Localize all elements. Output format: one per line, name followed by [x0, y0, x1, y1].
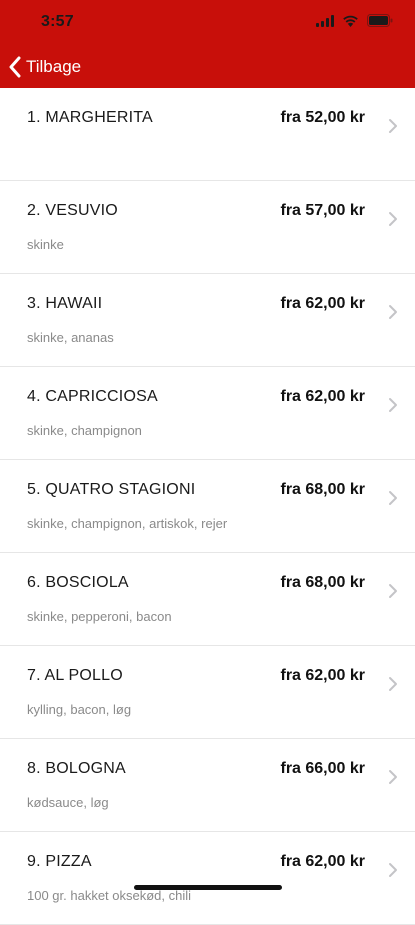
menu-item-description: skinke	[27, 237, 64, 252]
menu-item[interactable]: 5. QUATRO STAGIONI skinke, champignon, a…	[0, 460, 415, 553]
menu-item[interactable]: 1. MARGHERITA fra 52,00 kr	[0, 88, 415, 181]
chevron-right-icon	[389, 398, 397, 412]
menu-item-price: fra 52,00 kr	[280, 109, 365, 126]
signal-icon	[316, 14, 334, 27]
chevron-right-icon	[389, 212, 397, 226]
chevron-right-icon	[389, 584, 397, 598]
chevron-right-icon	[389, 863, 397, 877]
back-label: Tilbage	[26, 57, 82, 76]
menu-item-name: 1. MARGHERITA	[27, 109, 153, 126]
chevron-right-icon	[389, 119, 397, 133]
menu-item[interactable]: 4. CAPRICCIOSA skinke, champignon fra 62…	[0, 367, 415, 460]
chevron-right-icon	[389, 305, 397, 319]
menu-item-name: 8. BOLOGNA	[27, 760, 126, 777]
menu-item-description: skinke, ananas	[27, 330, 114, 345]
menu-item-name: 4. CAPRICCIOSA	[27, 388, 158, 405]
home-indicator	[134, 885, 282, 890]
menu-item-price: fra 57,00 kr	[280, 202, 365, 219]
menu-item[interactable]: 6. BOSCIOLA skinke, pepperoni, bacon fra…	[0, 553, 415, 646]
wifi-icon	[343, 15, 358, 27]
navigation-bar: 3:57 Tilbage	[0, 0, 415, 88]
menu-item-description: kylling, bacon, løg	[27, 702, 132, 717]
menu-item-name: 3. HAWAII	[27, 295, 103, 312]
menu-item[interactable]: 9. PIZZA 100 gr. hakket oksekød, chili f…	[0, 832, 415, 925]
menu-item-price: fra 62,00 kr	[280, 853, 365, 870]
menu-item[interactable]: 2. VESUVIO skinke fra 57,00 kr	[0, 181, 415, 274]
menu-item-name: 7. AL POLLO	[27, 667, 123, 684]
menu-list: 1. MARGHERITA fra 52,00 kr 2. VESUVIO sk…	[0, 88, 415, 925]
menu-item-price: fra 68,00 kr	[280, 481, 365, 498]
menu-item[interactable]: 7. AL POLLO kylling, bacon, løg fra 62,0…	[0, 646, 415, 739]
status-icons	[316, 14, 393, 27]
menu-item-description: kødsauce, løg	[27, 795, 109, 810]
menu-item-description: skinke, pepperoni, bacon	[27, 609, 172, 624]
menu-item-price: fra 68,00 kr	[280, 574, 365, 591]
menu-item-name: 5. QUATRO STAGIONI	[27, 481, 196, 498]
chevron-right-icon	[389, 677, 397, 691]
menu-item-price: fra 66,00 kr	[280, 760, 365, 777]
menu-item-name: 6. BOSCIOLA	[27, 574, 129, 591]
battery-icon	[367, 14, 393, 27]
chevron-right-icon	[389, 770, 397, 784]
status-time: 3:57	[41, 13, 74, 30]
back-button[interactable]: Tilbage	[8, 55, 81, 79]
menu-item-price: fra 62,00 kr	[280, 388, 365, 405]
menu-item-price: fra 62,00 kr	[280, 667, 365, 684]
menu-item-description: 100 gr. hakket oksekød, chili	[27, 888, 192, 903]
menu-item[interactable]: 8. BOLOGNA kødsauce, løg fra 66,00 kr	[0, 739, 415, 832]
menu-item-name: 2. VESUVIO	[27, 202, 118, 219]
menu-item-name: 9. PIZZA	[27, 853, 92, 870]
chevron-left-icon	[9, 56, 21, 78]
menu-item[interactable]: 3. HAWAII skinke, ananas fra 62,00 kr	[0, 274, 415, 367]
chevron-right-icon	[389, 491, 397, 505]
menu-item-description: skinke, champignon	[27, 423, 142, 438]
menu-item-price: fra 62,00 kr	[280, 295, 365, 312]
menu-item-description: skinke, champignon, artiskok, rejer	[27, 516, 228, 531]
